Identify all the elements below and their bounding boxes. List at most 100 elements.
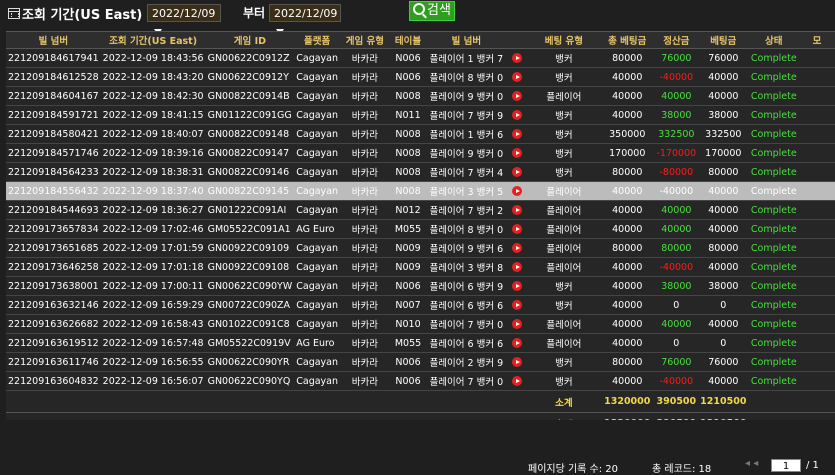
play-icon[interactable]: [512, 167, 523, 177]
table-row[interactable]: 221209184556432 2022-12-09 18:37:40 GN0082…: [6, 181, 835, 201]
play-icon[interactable]: [512, 376, 523, 386]
game-type-cell: 바카라: [340, 371, 390, 391]
bill-number-cell: 221209173646258: [6, 257, 101, 277]
table-cell: N010: [389, 314, 427, 334]
column-header[interactable]: 빌 넘버: [426, 32, 507, 49]
result-cell: 플레이어 7 뱅커 4: [426, 162, 507, 182]
table-cell: N009: [389, 257, 427, 277]
column-header[interactable]: 빌 넘버: [6, 32, 101, 49]
table-row[interactable]: 221209184612528 2022-12-09 18:43:20 GN0062…: [6, 67, 835, 87]
bet-type-cell: 뱅커: [527, 67, 601, 87]
bet-type-cell: 뱅커: [527, 371, 601, 391]
game-type-cell: 바카라: [340, 124, 390, 144]
table-row[interactable]: 221209163604832 2022-12-09 16:56:07 GN0062…: [6, 371, 835, 391]
settlement-cell: -40000: [654, 371, 699, 391]
column-header[interactable]: 베팅금: [698, 32, 749, 49]
status-cell: Complete: [748, 238, 800, 258]
total-bet-cell: 40000: [600, 371, 655, 391]
settlement-cell: 40000: [654, 219, 699, 239]
bet-type-cell: 뱅커: [527, 48, 601, 68]
result-cell: 플레이어 7 뱅커 2: [426, 200, 507, 220]
table-row[interactable]: 221209173651685 2022-12-09 17:01:59 GN0092…: [6, 238, 835, 258]
play-icon[interactable]: [512, 205, 523, 215]
platform-cell: Cagayan: [294, 48, 341, 68]
total-bet-cell: 40000: [600, 295, 655, 315]
play-icon[interactable]: [512, 281, 523, 291]
play-icon[interactable]: [512, 338, 523, 348]
prev-page-buttons[interactable]: ◂ ◂: [745, 458, 758, 469]
bet-amount-cell: 40000: [698, 200, 749, 220]
replay-cell: [506, 257, 528, 277]
table-row[interactable]: 221209184571746 2022-12-09 18:39:16 GN0082…: [6, 143, 835, 163]
play-icon[interactable]: [512, 72, 523, 82]
status-cell: Complete: [748, 295, 800, 315]
table-row[interactable]: 221209184604167 2022-12-09 18:42:30 GN0082…: [6, 86, 835, 106]
game-type-cell: 바카라: [340, 86, 390, 106]
settlement-cell: 0: [654, 333, 699, 353]
play-icon[interactable]: [512, 91, 523, 101]
column-header[interactable]: 총 베팅금: [600, 32, 655, 49]
column-header[interactable]: 베팅 유형: [527, 32, 601, 49]
bet-amount-cell: 38000: [698, 105, 749, 125]
game-id-cell: GN00822C09147: [205, 143, 295, 163]
date-from-select[interactable]: 2022/12/09: [147, 4, 221, 35]
table-row[interactable]: 221209184617941 2022-12-09 18:43:56 GN0062…: [6, 48, 835, 68]
page-number-input[interactable]: 1: [771, 459, 801, 472]
play-icon[interactable]: [512, 300, 523, 310]
date-to-select[interactable]: 2022/12/09: [269, 4, 341, 35]
game-type-cell: 바카라: [340, 352, 390, 372]
table-row[interactable]: 221209184544693 2022-12-09 18:36:27 GN0122…: [6, 200, 835, 220]
time-cell: 2022-12-09 17:00:11: [100, 276, 206, 296]
play-icon[interactable]: [512, 186, 523, 196]
table-row[interactable]: 221209184580421 2022-12-09 18:40:07 GN0082…: [6, 124, 835, 144]
settlement-cell: 80000: [654, 238, 699, 258]
result-cell: 플레이어 7 뱅커 9: [426, 105, 507, 125]
column-header[interactable]: [506, 32, 528, 49]
table-row[interactable]: 221209173657834 2022-12-09 17:02:46 GM0552…: [6, 219, 835, 239]
status-cell: Complete: [748, 181, 800, 201]
table-row[interactable]: 221209163626682 2022-12-09 16:58:43 GN0102…: [6, 314, 835, 334]
column-header[interactable]: 정산금: [654, 32, 699, 49]
table-row[interactable]: 221209184564233 2022-12-09 18:38:31 GN0082…: [6, 162, 835, 182]
game-id-cell: GM05522C091A1: [205, 219, 295, 239]
play-icon[interactable]: [512, 262, 523, 272]
play-icon[interactable]: [512, 319, 523, 329]
time-cell: 2022-12-09 18:42:30: [100, 86, 206, 106]
column-header[interactable]: 상태: [748, 32, 800, 49]
column-header[interactable]: 플랫폼: [294, 32, 341, 49]
game-type-cell: 바카라: [340, 276, 390, 296]
column-header[interactable]: 게임 유형: [340, 32, 390, 49]
search-button[interactable]: 검색: [409, 1, 455, 21]
table-row[interactable]: 221209184591721 2022-12-09 18:41:15 GN0112…: [6, 105, 835, 125]
extra-cell: [799, 219, 835, 239]
play-icon[interactable]: [512, 110, 523, 120]
table-row[interactable]: 221209163632146 2022-12-09 16:59:29 GN0072…: [6, 295, 835, 315]
summary-blank-cell: [426, 390, 507, 413]
play-icon[interactable]: [512, 129, 523, 139]
game-id-cell: GN00622C0912Z: [205, 48, 295, 68]
game-type-cell: 바카라: [340, 200, 390, 220]
table-row[interactable]: 221209173646258 2022-12-09 17:01:18 GN0092…: [6, 257, 835, 277]
play-icon[interactable]: [512, 357, 523, 367]
column-header[interactable]: 테이블: [389, 32, 427, 49]
table-cell: N008: [389, 162, 427, 182]
table-row[interactable]: 221209163619512 2022-12-09 16:57:48 GM0552…: [6, 333, 835, 353]
summary-total-bet: 1320000: [600, 390, 655, 413]
play-icon[interactable]: [512, 53, 523, 63]
table-row[interactable]: 221209163611746 2022-12-09 16:56:55 GN0062…: [6, 352, 835, 372]
game-id-cell: GN00922C09109: [205, 238, 295, 258]
column-header[interactable]: 게임 ID: [205, 32, 295, 49]
table-row[interactable]: 221209173638001 2022-12-09 17:00:11 GN0062…: [6, 276, 835, 296]
table-header-row: 빌 넘버 조회 기간(US East) 게임 ID 플랫폼 게임 유형 테이블 빌 넘버 베팅…: [6, 32, 835, 49]
game-id-cell: GN00722C090ZA: [205, 295, 295, 315]
play-icon[interactable]: [512, 243, 523, 253]
result-cell: 플레이어 2 뱅커 9: [426, 352, 507, 372]
play-icon[interactable]: [512, 148, 523, 158]
column-header[interactable]: 모: [799, 32, 835, 49]
play-icon[interactable]: [512, 224, 523, 234]
status-cell: Complete: [748, 219, 800, 239]
total-bet-cell: 40000: [600, 67, 655, 87]
summary-blank-cell: [294, 390, 341, 413]
bill-number-cell: 221209173651685: [6, 238, 101, 258]
column-header[interactable]: 조회 기간(US East): [100, 32, 206, 49]
